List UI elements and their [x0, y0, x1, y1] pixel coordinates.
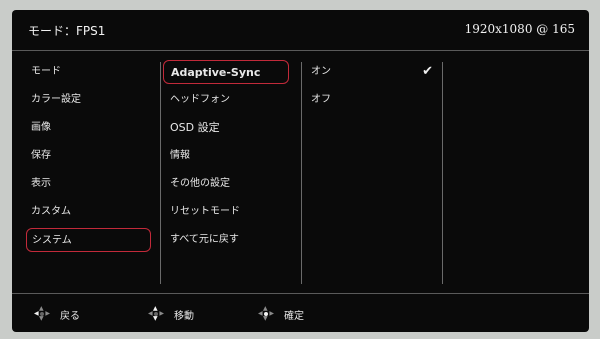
- option-off-label: オフ: [311, 94, 331, 105]
- column-divider: [442, 62, 443, 284]
- main-menu-item-display[interactable]: 表示: [26, 172, 156, 196]
- option-on-label: オン: [311, 66, 331, 77]
- sub-menu-item-headphones[interactable]: ヘッドフォン: [163, 88, 296, 112]
- main-menu-item-image[interactable]: 画像: [26, 116, 156, 140]
- resolution-readout: 1920x1080 @ 165: [464, 22, 575, 36]
- back-label: 戻る: [60, 310, 80, 322]
- confirm-hint[interactable]: ▲ ▼ ◀ ▶ 確定: [258, 306, 304, 322]
- option-on[interactable]: オン ✔: [305, 60, 439, 84]
- osd-header: モード：FPS1 1920x1080 @ 165: [12, 10, 589, 51]
- move-label: 移動: [174, 310, 194, 322]
- move-hint[interactable]: ▲ ▼ ◀ ▶ 移動: [148, 306, 194, 322]
- back-hint[interactable]: ▲ ▼ ◀ ▶ 戻る: [34, 306, 80, 322]
- current-mode-label: モード：FPS1: [28, 24, 106, 38]
- osd-screen: モード：FPS1 1920x1080 @ 165 モード カラー設定 画像 保存…: [12, 10, 589, 332]
- dpad-left-icon: ▲ ▼ ◀ ▶: [34, 305, 50, 322]
- dpad-center-icon: ▲ ▼ ◀ ▶: [258, 305, 274, 322]
- sub-menu-item-reset-all[interactable]: すべて元に戻す: [163, 228, 296, 252]
- confirm-label: 確定: [284, 310, 304, 322]
- sub-menu-item-info[interactable]: 情報: [163, 144, 296, 168]
- option-off[interactable]: オフ: [305, 88, 439, 112]
- main-menu-item-mode[interactable]: モード: [26, 60, 156, 84]
- main-menu-item-system[interactable]: システム: [26, 228, 151, 252]
- column-divider: [160, 62, 161, 284]
- main-menu-item-color-settings[interactable]: カラー設定: [26, 88, 156, 112]
- sub-menu-item-other-settings[interactable]: その他の設定: [163, 172, 296, 196]
- sub-menu-item-adaptive-sync[interactable]: Adaptive-Sync: [163, 60, 289, 84]
- sub-menu-item-osd-settings[interactable]: OSD 設定: [163, 116, 296, 140]
- dpad-updown-icon: ▲ ▼ ◀ ▶: [148, 305, 164, 322]
- column-divider: [301, 62, 302, 284]
- checkmark-icon: ✔: [422, 64, 433, 79]
- sub-menu-item-reset-mode[interactable]: リセットモード: [163, 200, 296, 224]
- main-menu-item-custom[interactable]: カスタム: [26, 200, 156, 224]
- main-menu-item-save[interactable]: 保存: [26, 144, 156, 168]
- osd-footer: ▲ ▼ ◀ ▶ 戻る ▲ ▼ ◀ ▶ 移動 ▲ ▼ ◀ ▶ 確定: [12, 293, 589, 332]
